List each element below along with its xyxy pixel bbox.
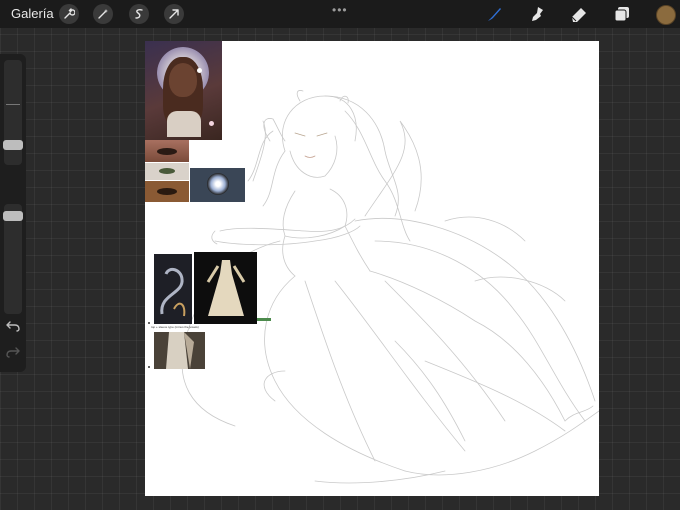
color-swatch[interactable] [656,5,676,25]
layers-icon[interactable] [612,4,632,24]
redo-icon[interactable] [6,346,20,358]
more-indicator[interactable]: ••• [332,3,348,17]
reference-gown [194,252,257,324]
brush-size-thumb[interactable] [3,140,23,150]
opacity-thumb[interactable] [3,211,23,221]
top-toolbar: Galería ••• [0,0,680,28]
reference-dragon [154,254,192,324]
reference-note: top + sleeve type (minus the jewels) [151,325,199,329]
reference-marker [257,318,271,321]
gallery-button[interactable]: Galería [11,6,54,21]
undo-icon[interactable] [6,320,20,332]
eraser-icon[interactable] [569,4,589,24]
drawing-canvas[interactable]: top + sleeve type (minus the jewels) [145,41,599,496]
smudge-icon[interactable] [527,4,547,24]
reference-eye-1 [145,140,189,162]
reference-eye-4 [190,168,245,202]
brush-icon[interactable] [484,4,504,24]
reference-eye-3 [145,181,189,202]
transform-arrow-icon[interactable] [164,4,184,24]
slider-marker [6,104,20,105]
magic-wand-icon[interactable] [93,4,113,24]
reference-sleeve [154,332,205,369]
reference-portrait [145,41,222,140]
reference-eye-2 [145,163,189,180]
selection-icon[interactable] [129,4,149,24]
wrench-icon[interactable] [59,4,79,24]
left-sidebar [0,54,26,372]
